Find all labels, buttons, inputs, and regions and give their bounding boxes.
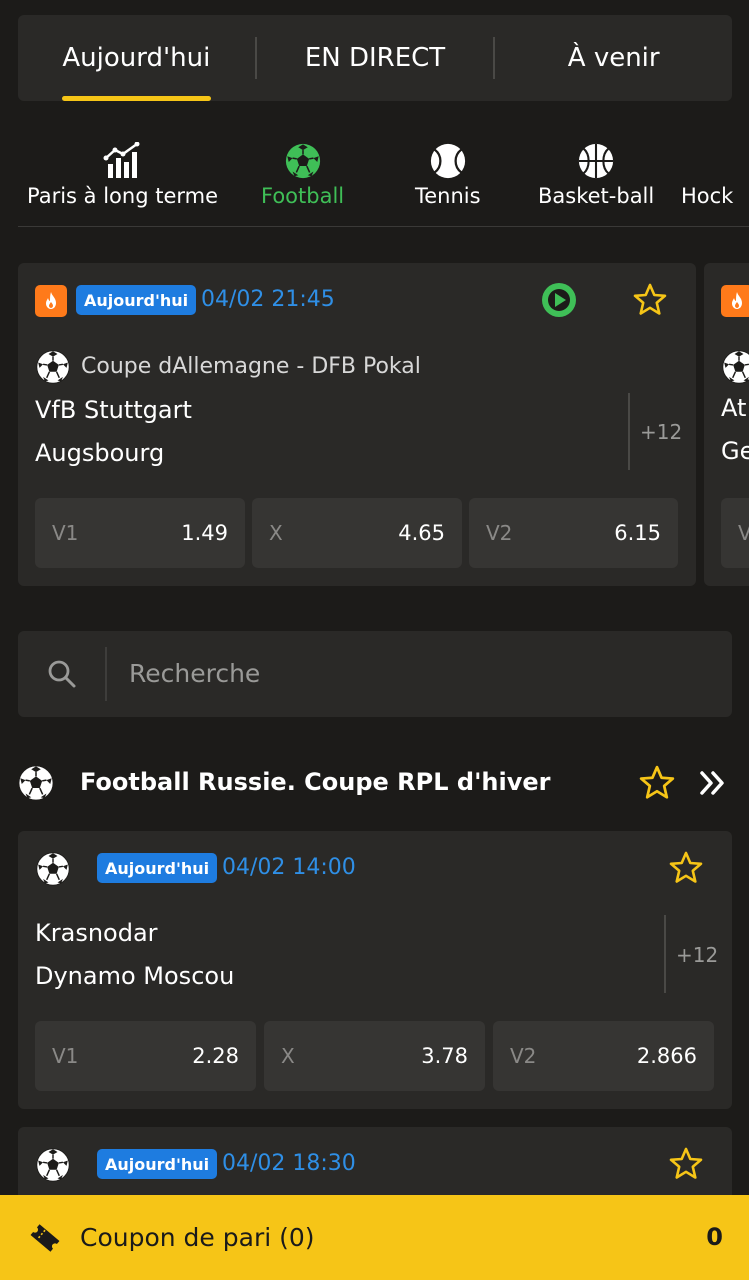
sport-label: Paris à long terme bbox=[27, 184, 219, 208]
search-input[interactable]: Recherche bbox=[129, 659, 260, 688]
team-away: Ge bbox=[721, 437, 749, 465]
odd-button-x[interactable]: X 4.65 bbox=[252, 498, 462, 568]
odd-button-x[interactable]: X 3.78 bbox=[264, 1021, 485, 1091]
odd-key: V1 bbox=[52, 1044, 79, 1068]
match-time: 04/02 14:00 bbox=[222, 855, 356, 880]
chart-bars-icon bbox=[27, 140, 218, 180]
team-away: Dynamo Moscou bbox=[35, 962, 235, 990]
league-header[interactable]: Football Russie. Coupe RPL d'hiver bbox=[0, 760, 749, 806]
odd-value: 4.65 bbox=[398, 521, 445, 545]
soccer-ball-icon bbox=[721, 349, 749, 389]
favorite-star-icon[interactable] bbox=[632, 282, 668, 322]
favorite-star-icon[interactable] bbox=[668, 1146, 704, 1186]
tab-live[interactable]: EN DIRECT bbox=[257, 15, 494, 101]
tab-today[interactable]: Aujourd'hui bbox=[18, 15, 255, 101]
favorite-star-icon[interactable] bbox=[638, 764, 676, 806]
sport-label: Football bbox=[261, 184, 345, 208]
search-bar[interactable]: Recherche bbox=[18, 631, 732, 717]
soccer-ball-icon bbox=[35, 349, 71, 389]
search-icon bbox=[47, 659, 77, 693]
odd-key: V2 bbox=[486, 521, 513, 545]
odd-value: 1.49 bbox=[181, 521, 228, 545]
odd-value: 6.15 bbox=[614, 521, 661, 545]
today-badge: Aujourd'hui bbox=[97, 853, 218, 883]
odd-button-v1[interactable]: V1 1.49 bbox=[35, 498, 245, 568]
sport-label: Tennis bbox=[415, 184, 481, 208]
odd-key: V bbox=[738, 521, 749, 545]
odd-button-v2[interactable]: V2 2.866 bbox=[493, 1021, 714, 1091]
match-card[interactable]: Aujourd'hui 04/02 14:00 Krasnodar Dynamo… bbox=[18, 831, 732, 1109]
sport-label: Hock bbox=[681, 184, 734, 208]
today-badge: Aujourd'hui bbox=[76, 285, 197, 315]
ticket-icon bbox=[28, 1222, 62, 1258]
odd-value: 2.866 bbox=[636, 1044, 697, 1068]
soccer-ball-icon bbox=[35, 1147, 71, 1187]
odd-key: V1 bbox=[52, 521, 79, 545]
sports-filter-row: Paris à long terme Football Tennis Baske… bbox=[18, 140, 749, 227]
match-time: 04/02 21:45 bbox=[201, 287, 335, 312]
search-divider bbox=[105, 647, 107, 701]
hockey-icon bbox=[681, 140, 733, 180]
sport-tennis[interactable]: Tennis bbox=[415, 140, 481, 208]
fire-icon bbox=[35, 285, 67, 317]
odd-value: 3.78 bbox=[421, 1044, 468, 1068]
odd-value: 2.28 bbox=[192, 1044, 239, 1068]
featured-match-card[interactable]: Aujourd'hui 04/02 21:45 Coupe dAllemagne… bbox=[18, 263, 696, 586]
bet-slip-label: Coupon de pari (0) bbox=[80, 1223, 315, 1252]
favorite-star-icon[interactable] bbox=[668, 850, 704, 890]
bet-slip-bar[interactable]: Coupon de pari (0) 0 bbox=[0, 1195, 749, 1280]
league-title: Football Russie. Coupe RPL d'hiver bbox=[80, 768, 551, 796]
featured-match-card[interactable]: At Ge V bbox=[704, 263, 749, 586]
more-markets[interactable]: +12 bbox=[640, 420, 682, 444]
bet-slip-count: 0 bbox=[706, 1223, 723, 1251]
tennis-ball-icon bbox=[415, 140, 481, 180]
odd-key: X bbox=[281, 1044, 295, 1068]
soccer-ball-icon bbox=[261, 140, 344, 180]
team-home: Krasnodar bbox=[35, 919, 158, 947]
sport-long-term-bets[interactable]: Paris à long terme bbox=[27, 140, 218, 208]
sport-hockey[interactable]: Hock bbox=[681, 140, 733, 208]
more-markets[interactable]: +12 bbox=[676, 943, 718, 967]
tab-upcoming[interactable]: À venir bbox=[495, 15, 732, 101]
odd-key: X bbox=[269, 521, 283, 545]
odd-button-v1[interactable]: V1 2.28 bbox=[35, 1021, 256, 1091]
chevron-double-right-icon[interactable] bbox=[698, 769, 728, 801]
match-time: 04/02 18:30 bbox=[222, 1151, 356, 1176]
fire-icon bbox=[721, 285, 749, 317]
divider bbox=[628, 393, 630, 470]
odd-button-v2[interactable]: V2 6.15 bbox=[469, 498, 678, 568]
soccer-ball-icon bbox=[35, 851, 71, 891]
divider bbox=[664, 915, 666, 993]
team-away: Augsbourg bbox=[35, 439, 165, 467]
sport-label: Basket-ball bbox=[538, 184, 655, 208]
sport-football[interactable]: Football bbox=[261, 140, 344, 208]
league-name: Coupe dAllemagne - DFB Pokal bbox=[81, 354, 421, 379]
odd-button-v1[interactable]: V bbox=[721, 498, 749, 568]
today-badge: Aujourd'hui bbox=[97, 1149, 218, 1179]
soccer-ball-icon bbox=[17, 764, 55, 806]
odd-key: V2 bbox=[510, 1044, 537, 1068]
live-play-icon[interactable] bbox=[541, 282, 577, 322]
team-home: At bbox=[721, 394, 747, 422]
top-tab-bar: Aujourd'hui EN DIRECT À venir bbox=[18, 15, 732, 101]
basketball-icon bbox=[538, 140, 654, 180]
sport-basketball[interactable]: Basket-ball bbox=[538, 140, 654, 208]
team-home: VfB Stuttgart bbox=[35, 396, 192, 424]
